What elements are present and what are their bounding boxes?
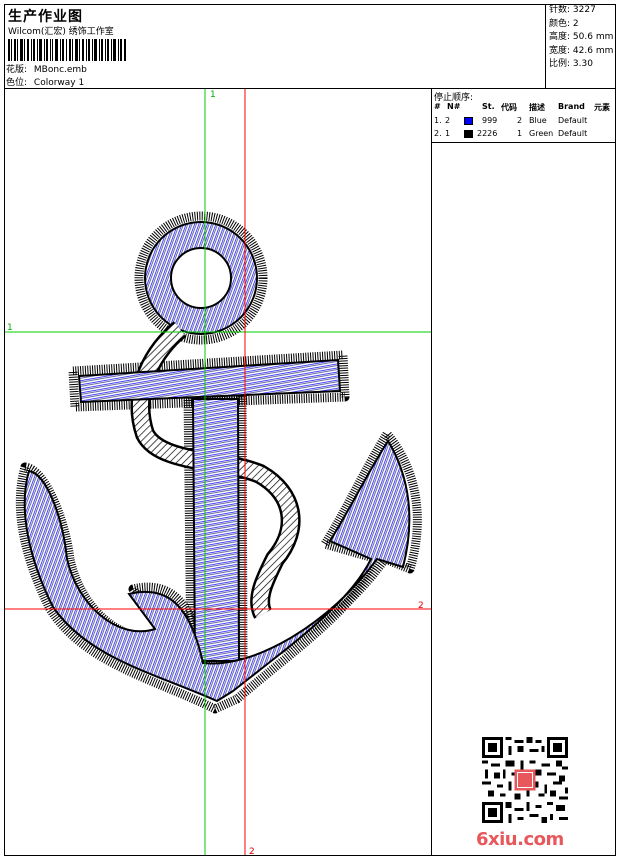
table-divider (432, 142, 616, 143)
guide-label-red-h: 2 (418, 601, 424, 611)
col-index: # (434, 102, 441, 111)
table-row: 1. 2 999 2 Blue Default (434, 116, 588, 125)
stat-stitches: 针数: 3227 (549, 5, 596, 15)
col-code: 代码 (501, 103, 517, 112)
anchor-stock (77, 358, 342, 404)
col-st: St. (482, 102, 495, 111)
design-canvas: 1 1 2 2 (5, 89, 431, 855)
colorway-value: Colorway 1 (33, 78, 85, 88)
colorway-label: 色位: (6, 78, 28, 88)
watermark-logo: 6xiu.com (476, 829, 564, 850)
col-n: N# (447, 102, 461, 111)
col-desc: 描述 (529, 103, 545, 112)
barcode (8, 39, 126, 61)
stat-colors: 颜色: 2 (549, 18, 579, 29)
col-brand: Brand (558, 102, 585, 111)
studio-name: Wilcom(汇宏) 绣饰工作室 (8, 27, 114, 37)
table-row: 2. 1 2226 1 Green Default (434, 129, 588, 138)
qr-code (482, 737, 568, 823)
guide-label-green-h: 1 (7, 323, 13, 333)
guide-label-green-v: 1 (210, 90, 216, 100)
stats-panel: 针数: 3227 颜色: 2 高度: 50.6 mm 宽度: 42.6 mm 比… (545, 4, 616, 88)
color-swatch-blue (464, 117, 473, 125)
color-swatch-black (464, 130, 473, 138)
stat-width: 宽度: 42.6 mm (549, 45, 614, 56)
stat-height: 高度: 50.6 mm (549, 32, 614, 42)
stat-scale: 比例: 3.30 (549, 59, 593, 69)
col-element: 元素 (594, 103, 610, 112)
design-value: MBonc.emb (33, 65, 87, 75)
guide-label-red-v: 2 (249, 847, 255, 855)
anchor-ring (144, 221, 258, 335)
stop-sequence-panel: 停止顺序: # N# St. 代码 描述 Brand 元素 1. 2 999 2… (431, 89, 616, 856)
header: 生产作业图 Wilcom(汇宏) 绣饰工作室 花版: MBonc.emb 色位:… (4, 4, 616, 89)
page-title: 生产作业图 (8, 9, 83, 25)
anchor-shank (191, 398, 241, 662)
design-label: 花版: (6, 65, 28, 75)
